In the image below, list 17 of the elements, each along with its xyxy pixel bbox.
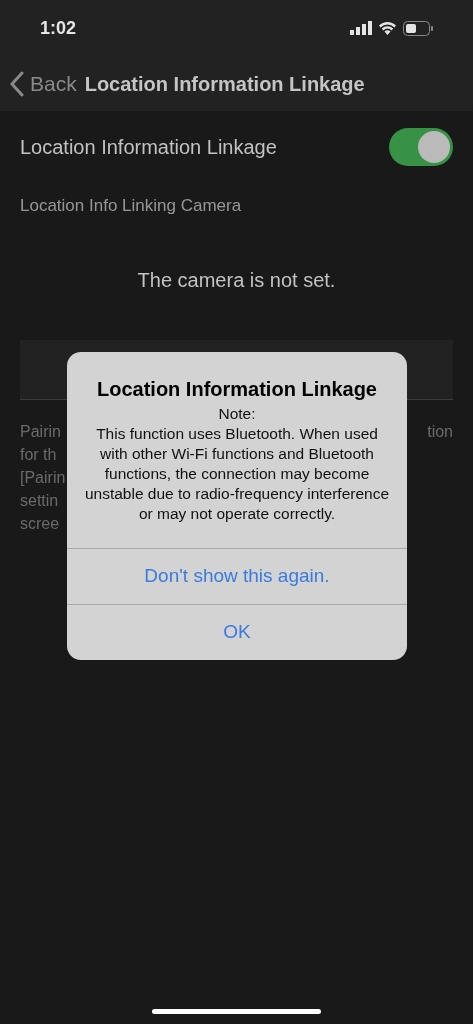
camera-status: The camera is not set. (137, 267, 336, 293)
screen-title: Location Information Linkage (84, 71, 365, 97)
chevron-left-icon (10, 70, 24, 97)
battery-icon (403, 20, 433, 36)
toggle-switch[interactable] (389, 128, 453, 166)
signal-icon (350, 21, 372, 35)
wifi-icon (378, 21, 397, 35)
status-time: 1:02 (40, 16, 77, 40)
alert-button[interactable]: OK (67, 604, 407, 660)
setting-label: Location Information Linkage (20, 135, 277, 160)
alert-button[interactable]: Don't show this again. (67, 548, 407, 604)
alert-title: Location Information Linkage (97, 377, 377, 402)
section-label: Location Info Linking Camera (20, 196, 242, 215)
back-button[interactable]: Back (10, 67, 77, 100)
description-fragment: tion (427, 421, 453, 442)
alert-message: Note: This function uses Bluetooth. When used with other Wi-Fi functions and Bluetooth functions, the connection may become unstable due to radio-frequency interference or may not operate correctly. (83, 404, 391, 524)
description-fragment: Pairin for th [Pairin settin scree (20, 421, 66, 534)
